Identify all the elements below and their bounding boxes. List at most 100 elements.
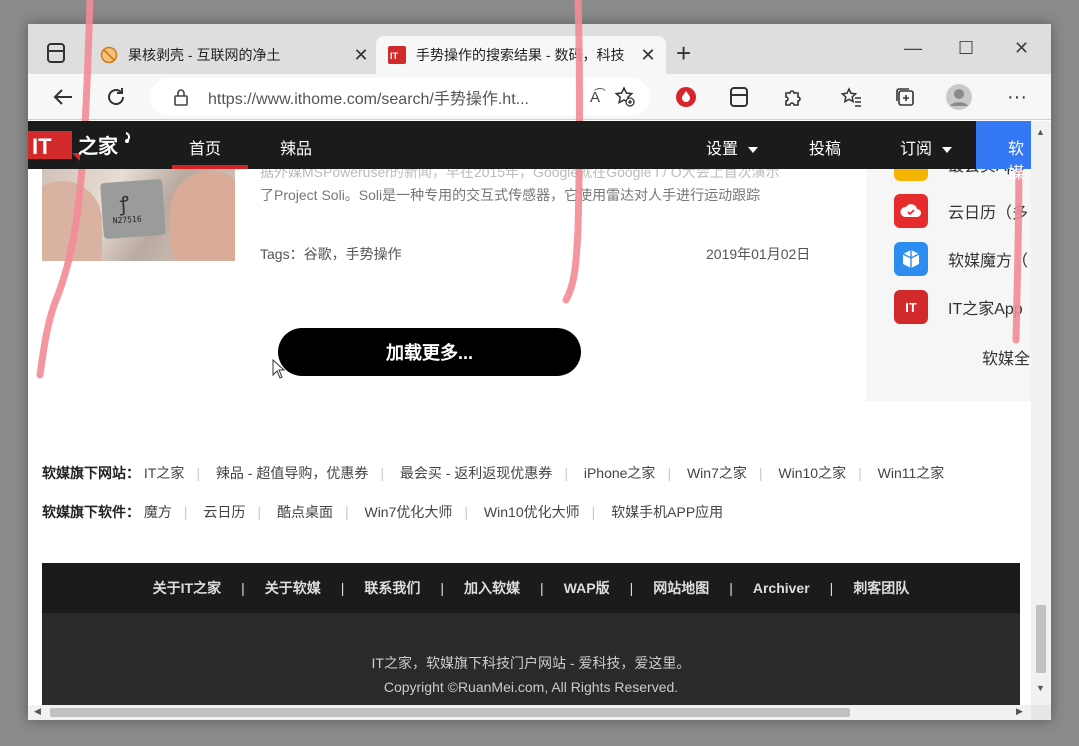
collections-button[interactable]	[726, 84, 752, 110]
scroll-thumb[interactable]	[1036, 605, 1046, 673]
site-link[interactable]: Win11之家	[878, 465, 945, 481]
tab-search-results[interactable]: IT 手势操作的搜索结果 - 数码，科技 ✕	[376, 36, 666, 74]
software-link[interactable]: Win10优化大师	[484, 504, 580, 520]
url-text[interactable]: https://www.ithome.com/search/手势操作.ht...	[208, 85, 582, 109]
link-separator: |	[667, 465, 672, 481]
sidebar-app-calendar[interactable]: 云日历（多	[894, 194, 1028, 228]
tab-close-icon[interactable]: ✕	[636, 45, 660, 66]
nav-item-home[interactable]: 首页	[189, 135, 221, 159]
site-link[interactable]: Win7之家	[687, 465, 747, 481]
nav-item-lapin[interactable]: 辣品	[280, 135, 312, 159]
mouse-pointer-icon	[272, 358, 286, 384]
tab-strip: 果核剥壳 - 互联网的净土 ✕ IT 手势操作的搜索结果 - 数码，科技 ✕ +…	[28, 24, 1051, 74]
tags-links[interactable]: 谷歌，手势操作	[304, 246, 402, 262]
tab-actions-button[interactable]	[46, 42, 76, 66]
footer-link[interactable]: Archiver	[753, 580, 810, 596]
scroll-up-icon[interactable]: ▲	[1036, 127, 1045, 137]
footer-separator: |	[540, 580, 544, 596]
tab-title: 果核剥壳 - 互联网的净土	[128, 47, 281, 63]
link-separator: |	[564, 465, 568, 481]
read-aloud-button[interactable]: A͡	[590, 89, 600, 106]
software-link[interactable]: 云日历	[203, 504, 245, 520]
load-more-button[interactable]: 加载更多...	[278, 328, 581, 376]
more-menu-button[interactable]: ···	[1004, 84, 1030, 110]
footer-link[interactable]: 关于IT之家	[153, 578, 221, 598]
svg-text:IT: IT	[390, 51, 399, 61]
refresh-button[interactable]	[103, 84, 129, 110]
article-summary-line: 了Project Soli。Soli是一种专用的交互式传感器，它使用雷达对人手进…	[260, 187, 761, 203]
ithome-app-icon: IT	[894, 290, 928, 324]
extensions-button[interactable]	[780, 84, 806, 110]
close-window-button[interactable]: ✕	[1014, 38, 1029, 59]
footer-link[interactable]: 联系我们	[364, 578, 420, 598]
nav-item-label: 订阅	[900, 141, 933, 158]
address-bar[interactable]: https://www.ithome.com/search/手势操作.ht...…	[150, 78, 650, 116]
sidebar-app-name: 云日历（多	[948, 205, 1029, 222]
lock-icon	[174, 89, 188, 106]
sites-link-row: 软媒旗下网站： IT之家 | 辣品 - 超值导购，优惠券 | 最会买 - 返利返现优…	[42, 463, 944, 483]
reading-list-icon	[730, 87, 748, 107]
site-link[interactable]: Win10之家	[778, 465, 846, 481]
horizontal-scrollbar[interactable]: ◀ ▶	[28, 705, 1031, 720]
add-favorite-icon[interactable]	[614, 86, 636, 108]
ithome-logo-icon: IT 之家	[28, 131, 131, 161]
profile-button[interactable]	[946, 84, 972, 110]
footer-separator: |	[440, 580, 445, 596]
vertical-scrollbar[interactable]: ▲ ▼	[1031, 121, 1051, 705]
tab-close-icon[interactable]: ✕	[349, 45, 373, 66]
software-link[interactable]: 软媒手机APP应用	[611, 504, 723, 520]
scroll-left-icon[interactable]: ◀	[34, 706, 41, 717]
adblock-extension-button[interactable]	[673, 84, 699, 110]
footer-link[interactable]: 加入软媒	[464, 578, 520, 598]
scroll-thumb[interactable]	[50, 708, 850, 717]
footer-separator: |	[629, 580, 634, 596]
footer-info: IT之家，软媒旗下科技门户网站 - 爱科技，爱这里。 Copyright ©Ru…	[42, 613, 1020, 705]
app-sidebar: 最会买 最会买App 云日历（多 软媒魔方（ IT IT之家App 软媒全	[866, 147, 1031, 401]
new-tab-button[interactable]: +	[676, 40, 691, 66]
footer-link[interactable]: 刺客团队	[853, 578, 909, 598]
sidebar-app-ithome[interactable]: IT IT之家App	[894, 290, 1023, 324]
nav-active-indicator	[172, 165, 248, 169]
cloud-calendar-icon	[894, 194, 928, 228]
software-link[interactable]: 魔方	[144, 504, 172, 520]
footer-link[interactable]: WAP版	[564, 578, 610, 598]
tab-guohe[interactable]: 果核剥壳 - 互联网的净土 ✕	[88, 36, 373, 74]
software-link[interactable]: Win7优化大师	[364, 504, 452, 520]
scroll-right-icon[interactable]: ▶	[1016, 706, 1023, 717]
favorites-button[interactable]	[838, 84, 864, 110]
article-tags: Tags：谷歌，手势操作	[260, 244, 402, 264]
tags-label: Tags：	[260, 246, 304, 262]
nav-item-subscribe[interactable]: 订阅	[900, 135, 953, 159]
link-separator: |	[183, 504, 188, 520]
footer-link[interactable]: 关于软媒	[265, 578, 321, 598]
sidebar-app-name: 软媒魔方（	[948, 253, 1029, 270]
footer-nav: 关于IT之家 | 关于软媒 | 联系我们 | 加入软媒 | WAP版 | 网站地图 | Ar…	[42, 563, 1020, 613]
minimize-button[interactable]: —	[904, 38, 922, 59]
article-thumbnail[interactable]: ꝭ N27516	[42, 161, 235, 261]
nav-item-settings[interactable]: 设置	[706, 135, 759, 159]
software-link[interactable]: 酷点桌面	[277, 504, 333, 520]
puzzle-icon	[785, 90, 801, 106]
site-link[interactable]: IT之家	[144, 465, 184, 481]
nav-item-ruanmei[interactable]: 软媒	[976, 121, 1031, 182]
sidebar-all-link[interactable]: 软媒全	[982, 345, 1030, 369]
site-link[interactable]: 最会买 - 返利返现优惠券	[400, 465, 552, 481]
favorites-list-icon	[840, 87, 861, 107]
back-button[interactable]	[50, 84, 76, 110]
ithome-logo[interactable]: IT 之家	[28, 127, 133, 163]
footer-link[interactable]: 网站地图	[653, 578, 709, 598]
finger-shape	[42, 181, 102, 261]
svg-text:IT: IT	[32, 134, 52, 159]
back-arrow-icon	[53, 89, 72, 105]
nav-item-label: 设置	[706, 141, 739, 158]
scroll-down-icon[interactable]: ▼	[1036, 683, 1045, 693]
collections-add-button[interactable]	[892, 84, 918, 110]
footer-separator: |	[729, 580, 733, 596]
maximize-button[interactable]: ☐	[958, 38, 974, 59]
nav-item-submit[interactable]: 投稿	[809, 135, 841, 159]
link-separator: |	[591, 504, 596, 520]
site-link[interactable]: iPhone之家	[584, 465, 656, 481]
sidebar-app-mofang[interactable]: 软媒魔方（	[894, 242, 1028, 276]
site-link[interactable]: 辣品 - 超值导购，优惠券	[216, 465, 368, 481]
tab-actions-icon	[47, 43, 65, 63]
